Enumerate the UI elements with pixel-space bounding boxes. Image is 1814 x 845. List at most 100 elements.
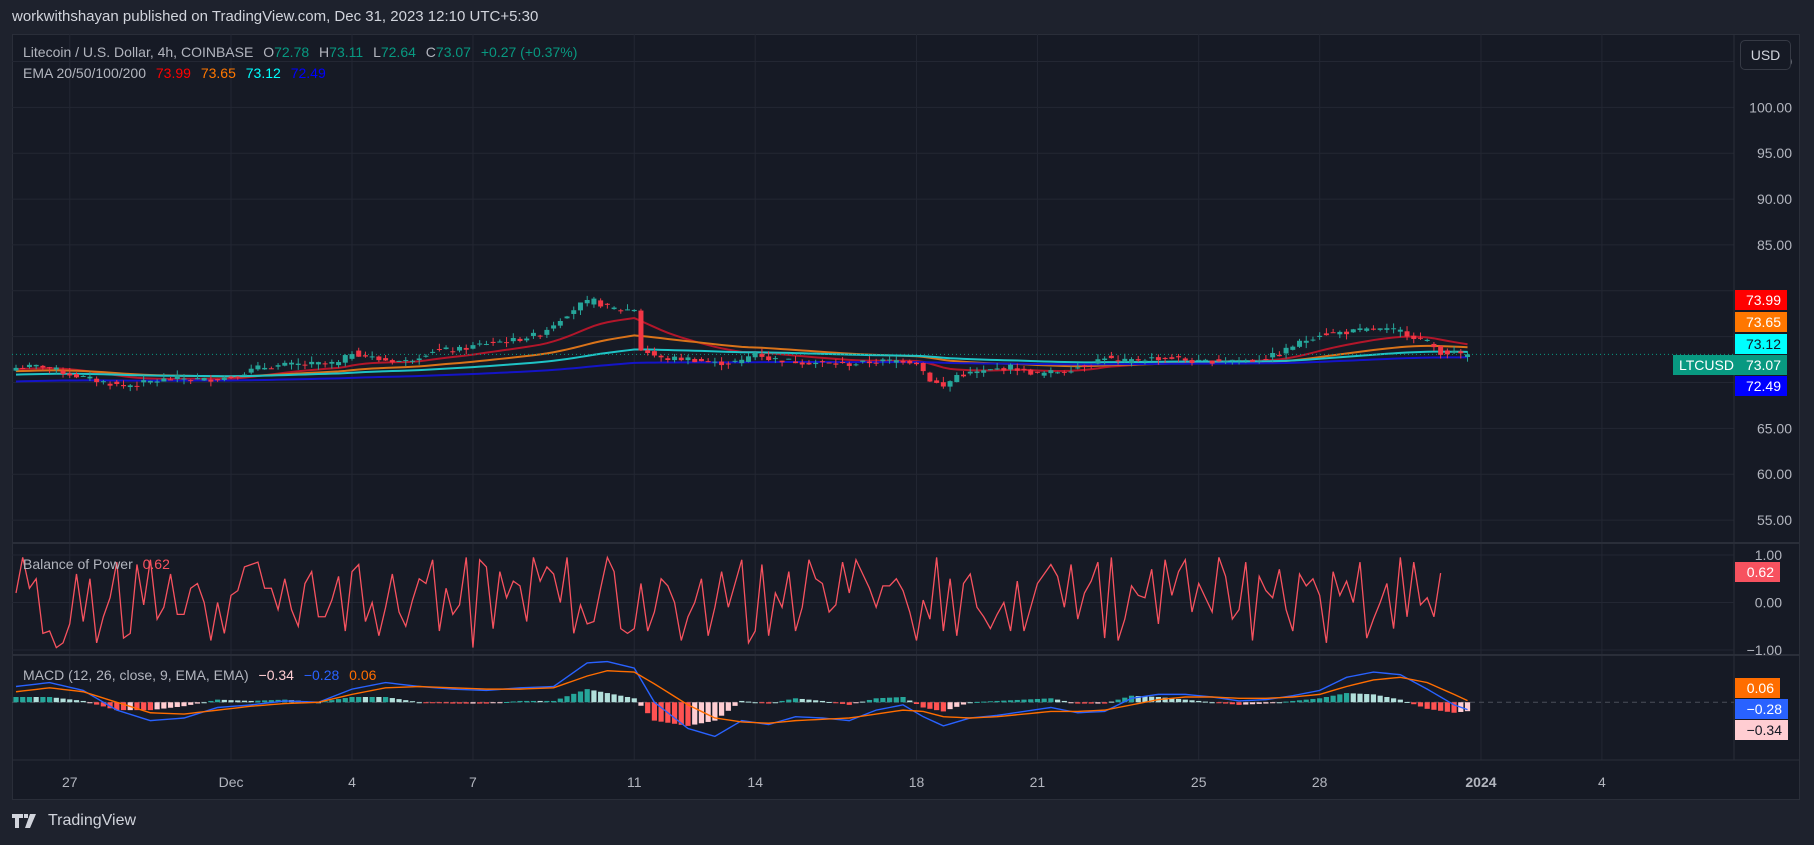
candle-body bbox=[947, 381, 953, 387]
ema-legend[interactable]: EMA 20/50/100/200 73.99 73.65 73.12 72.4… bbox=[23, 65, 332, 81]
ema100-price-tag: 73.12 bbox=[1735, 334, 1787, 354]
macd-histogram-bar bbox=[987, 701, 993, 703]
candle-body bbox=[564, 316, 570, 319]
candle-body bbox=[1196, 359, 1202, 361]
open-label: O bbox=[263, 44, 275, 60]
candle-body bbox=[1129, 359, 1135, 364]
candle-body bbox=[1323, 333, 1329, 336]
candle-body bbox=[423, 355, 429, 357]
macd-histogram-bar bbox=[819, 700, 825, 703]
macd-histogram-bar bbox=[389, 698, 395, 703]
y-axis-tick-label: 60.00 bbox=[1757, 466, 1792, 482]
candle-body bbox=[698, 358, 704, 362]
candle-body bbox=[60, 370, 66, 374]
x-axis-tick-label: 18 bbox=[909, 774, 925, 790]
candle-body bbox=[1223, 360, 1229, 362]
candle-body bbox=[705, 361, 711, 363]
candle-body bbox=[551, 325, 557, 329]
macd-histogram-bar bbox=[73, 700, 80, 703]
candle-body bbox=[618, 310, 624, 312]
candle-body bbox=[1081, 365, 1087, 368]
bop-legend[interactable]: Balance of Power 0.62 bbox=[23, 556, 176, 572]
symbol-title: Litecoin / U.S. Dollar, 4h, COINBASE bbox=[23, 44, 254, 60]
macd-histogram-bar bbox=[631, 698, 637, 703]
candle-body bbox=[981, 370, 987, 373]
candle-body bbox=[1317, 335, 1323, 337]
candle-body bbox=[1283, 347, 1289, 354]
candle-body bbox=[840, 361, 846, 363]
macd-histogram-bar bbox=[483, 702, 489, 704]
candle-body bbox=[745, 356, 751, 362]
currency-button[interactable]: USD bbox=[1740, 40, 1791, 70]
macd-histogram-bar bbox=[497, 702, 503, 704]
y-axis-tick-label: 95.00 bbox=[1757, 145, 1792, 161]
macd-histogram-bar bbox=[167, 702, 174, 708]
macd-histogram-bar bbox=[1438, 702, 1444, 711]
candle-body bbox=[772, 358, 778, 360]
macd-histogram-bar bbox=[1028, 699, 1034, 703]
candle-body bbox=[1350, 329, 1356, 333]
candle-body bbox=[336, 362, 342, 366]
macd-histogram-bar bbox=[624, 697, 631, 703]
candle-body bbox=[174, 375, 180, 379]
macd-legend[interactable]: MACD (12, 26, close, 9, EMA, EMA) −0.34 … bbox=[23, 667, 382, 683]
macd-histogram-bar bbox=[262, 700, 268, 703]
macd-histogram-bar bbox=[1075, 702, 1081, 704]
candle-body bbox=[504, 342, 510, 344]
candle-body bbox=[1068, 371, 1074, 373]
chart-canvas[interactable]: 27Dec4711141821252820244105.00100.0095.0… bbox=[12, 34, 1800, 800]
macd-histogram-bar bbox=[974, 701, 980, 703]
macd-histogram-bar bbox=[1108, 701, 1114, 703]
candle-body bbox=[954, 374, 960, 383]
candle-body bbox=[591, 298, 597, 305]
macd-histogram-bar bbox=[766, 702, 772, 704]
candle-body bbox=[893, 360, 899, 363]
candle-body bbox=[470, 345, 476, 349]
close-value: 73.07 bbox=[435, 44, 471, 60]
x-axis-tick-label: 14 bbox=[747, 774, 763, 790]
candle-body bbox=[1149, 357, 1155, 359]
macd-histogram-bar bbox=[1001, 700, 1007, 703]
candle-body bbox=[1095, 359, 1101, 364]
candle-body bbox=[645, 350, 651, 354]
candle-body bbox=[517, 338, 523, 341]
candle-body bbox=[121, 385, 127, 387]
candle-body bbox=[880, 359, 886, 362]
candle-body bbox=[907, 361, 913, 364]
candle-body bbox=[584, 299, 590, 304]
macd-histogram-bar bbox=[739, 700, 745, 703]
tradingview-logo[interactable]: TradingView bbox=[12, 812, 136, 830]
macd-histogram-bar bbox=[1014, 699, 1020, 703]
candle-body bbox=[1438, 345, 1444, 355]
candle-body bbox=[1028, 369, 1034, 375]
candle-body bbox=[913, 362, 919, 365]
candle-body bbox=[67, 373, 73, 376]
candle-body bbox=[1048, 370, 1054, 374]
macd-histogram-bar bbox=[436, 702, 442, 704]
candle-body bbox=[450, 351, 456, 353]
candle-body bbox=[248, 368, 254, 373]
candle-body bbox=[1256, 360, 1262, 362]
macd-histogram-bar bbox=[1310, 698, 1316, 703]
candle-body bbox=[1465, 354, 1471, 358]
candle-body bbox=[611, 307, 617, 310]
macd-histogram-bar bbox=[1350, 693, 1356, 703]
candle-body bbox=[1377, 328, 1383, 330]
macd-histogram-bar bbox=[1061, 700, 1067, 703]
candle-body bbox=[927, 372, 933, 382]
candle-body bbox=[813, 362, 819, 365]
macd-histogram-bar bbox=[1323, 697, 1329, 703]
macd-histogram-bar bbox=[1391, 698, 1397, 703]
macd-histogram-bar bbox=[255, 700, 261, 703]
candle-body bbox=[141, 380, 147, 383]
candle-body bbox=[1411, 335, 1417, 339]
macd-histogram-bar bbox=[221, 699, 227, 703]
candle-body bbox=[1182, 358, 1188, 361]
change-value: +0.27 (+0.37%) bbox=[480, 44, 578, 60]
candle-body bbox=[107, 383, 113, 386]
candle-body bbox=[1021, 368, 1027, 370]
candle-body bbox=[1055, 372, 1061, 374]
macd-histogram-bar bbox=[1021, 699, 1027, 703]
macd-histogram-bar bbox=[430, 702, 436, 704]
candle-body bbox=[389, 360, 395, 363]
